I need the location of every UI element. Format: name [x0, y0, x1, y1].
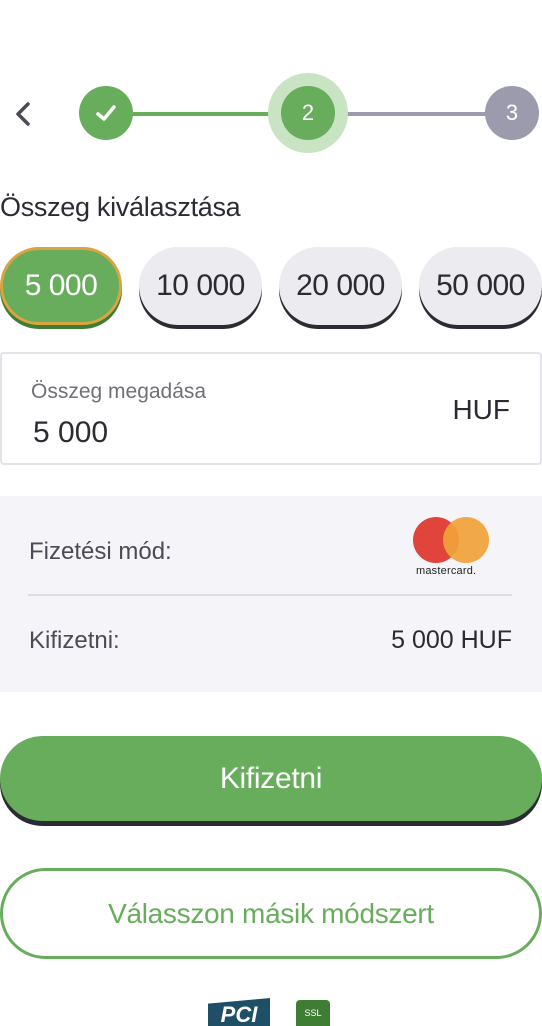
progress-stepper: 2 3	[0, 70, 542, 160]
mastercard-orange-circle	[443, 517, 489, 563]
pay-button[interactable]: Kifizetni	[0, 736, 542, 821]
check-icon	[96, 105, 116, 121]
amount-input-value[interactable]: 5 000	[33, 416, 108, 450]
step-2-current: 2	[281, 86, 335, 140]
payment-method-label: Fizetési mód:	[29, 538, 172, 565]
step-3-upcoming: 3	[485, 86, 539, 140]
pay-amount-label: Kifizetni:	[29, 627, 120, 654]
step-1-complete	[79, 86, 133, 140]
amount-option-50000[interactable]: 50 000	[419, 247, 542, 325]
amount-input[interactable]: Összeg megadása 5 000 HUF	[0, 352, 542, 465]
payment-summary: Fizetési mód: mastercard. Kifizetni: 5 0…	[0, 496, 542, 692]
pay-amount-value: 5 000 HUF	[391, 626, 512, 654]
choose-other-method-button[interactable]: Válasszon másik módszert	[0, 868, 542, 959]
currency-label: HUF	[452, 394, 510, 425]
amount-section-title: Összeg kiválasztása	[0, 192, 241, 222]
amount-option-10000[interactable]: 10 000	[139, 247, 262, 325]
summary-divider	[28, 594, 512, 596]
amount-input-label: Összeg megadása	[31, 380, 207, 403]
pci-badge-icon: PCI	[208, 998, 270, 1026]
amount-option-5000[interactable]: 5 000	[0, 247, 122, 325]
mastercard-logo: mastercard.	[412, 517, 494, 579]
pci-badge-text: PCI	[220, 1002, 258, 1026]
amount-option-20000[interactable]: 20 000	[279, 247, 402, 325]
ssl-badge-text: SSL	[304, 1008, 322, 1018]
ssl-badge-icon: SSL	[296, 1000, 330, 1026]
mastercard-logo-text: mastercard.	[416, 565, 477, 577]
